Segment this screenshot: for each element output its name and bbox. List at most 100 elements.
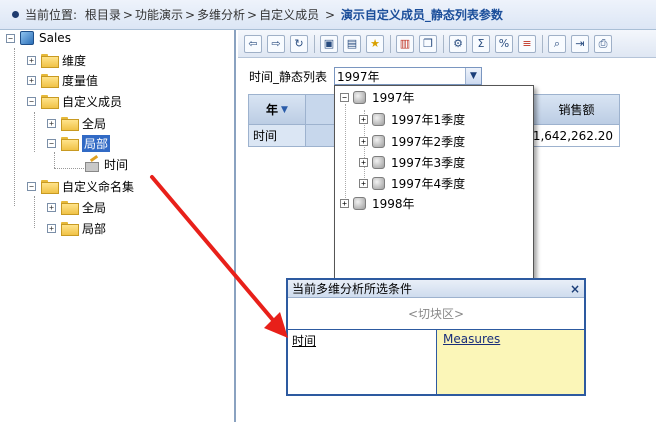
expand-icon[interactable]: + [47, 202, 56, 212]
dimension-tree: − Sales + 维度 + 度量值 − 自定义成员 + 全局 − 局部 时间 … [0, 30, 236, 422]
forward-icon[interactable]: ⇨ [267, 34, 285, 53]
slicer-title: 当前多维分析所选条件 [292, 282, 413, 296]
tree-label-selected: 局部 [82, 134, 111, 152]
folder-icon [61, 117, 79, 131]
column-axis-item-measures[interactable]: Measures [443, 332, 500, 346]
breadcrumb-feature-demo[interactable]: 功能演示 [135, 6, 183, 23]
breadcrumb-current: 演示自定义成员_静态列表参数 [340, 8, 503, 22]
breadcrumb-prefix: 当前位置: [25, 8, 78, 22]
tree-label: 自定义命名集 [62, 179, 135, 194]
member-icon [372, 112, 385, 126]
slicer-panel: 当前多维分析所选条件 × <切块区> 时间 Measures [286, 278, 586, 396]
dropdown-item-1997-q1[interactable]: + 1997年1季度 [359, 110, 465, 128]
folder-icon [41, 180, 59, 194]
tree-node-measures[interactable]: + 度量值 [27, 71, 98, 89]
member-icon [372, 155, 385, 169]
tree-node-named-set-local[interactable]: + 局部 [47, 219, 106, 237]
tree-node-custom-member[interactable]: − 自定义成员 [27, 92, 122, 110]
tree-label: 时间 [104, 157, 129, 172]
param-dropdown-tree: − 1997年 + 1997年1季度 + 1997年2季度 + 1997年3季度… [334, 85, 534, 287]
breadcrumb-olap[interactable]: 多维分析 [197, 6, 245, 23]
close-icon[interactable]: × [570, 282, 580, 296]
dropdown-item-1998[interactable]: + 1998年 [340, 194, 415, 212]
member-icon [353, 90, 366, 104]
refresh-icon[interactable]: ↻ [290, 34, 308, 53]
dropdown-item-1997[interactable]: − 1997年 [340, 88, 415, 106]
dropdown-item-1997-q4[interactable]: + 1997年4季度 [359, 174, 465, 192]
collapse-icon[interactable]: − [27, 181, 36, 191]
column-header-sales[interactable]: 销售额 [533, 94, 620, 125]
export-icon[interactable]: ⇥ [571, 34, 589, 53]
folder-icon [41, 74, 59, 88]
toolbar: ⇦ ⇨ ↻ ▣ ▤ ★ ▥ ❐ ⚙ Σ % ≡ ⌕ ⇥ ⎙ [238, 30, 656, 58]
dropdown-item-1997-q3[interactable]: + 1997年3季度 [359, 153, 465, 171]
member-icon [372, 176, 385, 190]
dropdown-item-1997-q2[interactable]: + 1997年2季度 [359, 132, 465, 150]
chart-icon[interactable]: ▥ [396, 34, 414, 53]
tree-node-named-set-global[interactable]: + 全局 [47, 198, 106, 216]
tree-label: 度量值 [62, 73, 99, 88]
folder-icon [61, 222, 79, 236]
print-icon[interactable]: ⎙ [594, 34, 612, 53]
sum-icon[interactable]: Σ [472, 34, 490, 53]
breadcrumb-root[interactable]: 根目录 [85, 6, 121, 23]
member-icon [353, 196, 366, 210]
sales-value-cell: 41,642,262.20 [525, 125, 620, 147]
favorite-icon[interactable]: ★ [366, 34, 384, 53]
row-header-blank [305, 94, 335, 125]
filter-icon[interactable]: ≡ [518, 34, 536, 53]
settings-icon[interactable]: ⚙ [449, 34, 467, 53]
sort-down-icon[interactable]: ▼ [281, 105, 288, 115]
param-label: 时间_静态列表 [249, 70, 328, 84]
member-icon [372, 134, 385, 148]
folder-icon [41, 95, 59, 109]
expand-icon[interactable]: + [359, 157, 368, 167]
tree-label: Sales [39, 31, 71, 45]
param-value: 1997年 [337, 69, 380, 84]
chevron-down-icon[interactable]: ▼ [465, 68, 481, 84]
tree-node-sales[interactable]: − Sales [6, 29, 71, 47]
collapse-icon[interactable]: − [27, 96, 36, 106]
row-label-blank [305, 125, 335, 147]
tree-node-dimension[interactable]: + 维度 [27, 51, 86, 69]
breadcrumb-separator: > [321, 7, 339, 22]
back-icon[interactable]: ⇦ [244, 34, 262, 53]
tree-label: 全局 [82, 200, 107, 215]
row-axis-item-time[interactable]: 时间 [292, 334, 316, 348]
format-icon[interactable]: % [495, 34, 513, 53]
breadcrumb-custom-member[interactable]: 自定义成员 [259, 6, 319, 23]
cube-icon [20, 31, 34, 45]
breadcrumb: 当前位置: 根目录 > 功能演示 > 多维分析 > 自定义成员 > 演示自定义成… [0, 0, 656, 30]
slicer-drop-zone[interactable]: <切块区> [288, 298, 584, 330]
breadcrumb-separator: > [247, 7, 258, 22]
zoom-icon[interactable]: ⌕ [548, 34, 566, 53]
expand-icon[interactable]: + [359, 136, 368, 146]
collapse-icon[interactable]: − [6, 33, 15, 43]
save-icon[interactable]: ▣ [320, 34, 338, 53]
row-header-year[interactable]: 年 ▼ [248, 94, 306, 125]
row-label-time[interactable]: 时间 [248, 125, 306, 147]
collapse-icon[interactable]: − [47, 138, 56, 148]
tree-node-time[interactable]: 时间 [84, 155, 128, 173]
expand-icon[interactable]: + [27, 75, 36, 85]
column-axis-zone[interactable]: Measures [437, 330, 584, 394]
collapse-icon[interactable]: − [340, 92, 349, 102]
tree-node-custom-member-global[interactable]: + 全局 [47, 114, 106, 132]
tree-node-custom-member-local[interactable]: − 局部 [47, 134, 111, 152]
expand-icon[interactable]: + [47, 118, 56, 128]
folder-icon [61, 201, 79, 215]
expand-icon[interactable]: + [47, 223, 56, 233]
folder-icon [41, 54, 59, 68]
row-axis-zone[interactable]: 时间 [288, 330, 437, 394]
slicer-title-bar[interactable]: 当前多维分析所选条件 × [288, 280, 584, 298]
tree-node-custom-named-set[interactable]: − 自定义命名集 [27, 177, 134, 195]
copy-icon[interactable]: ❐ [419, 34, 437, 53]
param-combobox[interactable]: 1997年 ▼ [334, 67, 482, 85]
expand-icon[interactable]: + [359, 114, 368, 124]
save-as-icon[interactable]: ▤ [343, 34, 361, 53]
expand-icon[interactable]: + [27, 55, 36, 65]
expand-icon[interactable]: + [359, 178, 368, 188]
expand-icon[interactable]: + [340, 198, 349, 208]
tree-label: 自定义成员 [62, 94, 123, 109]
tree-label: 维度 [62, 53, 87, 68]
